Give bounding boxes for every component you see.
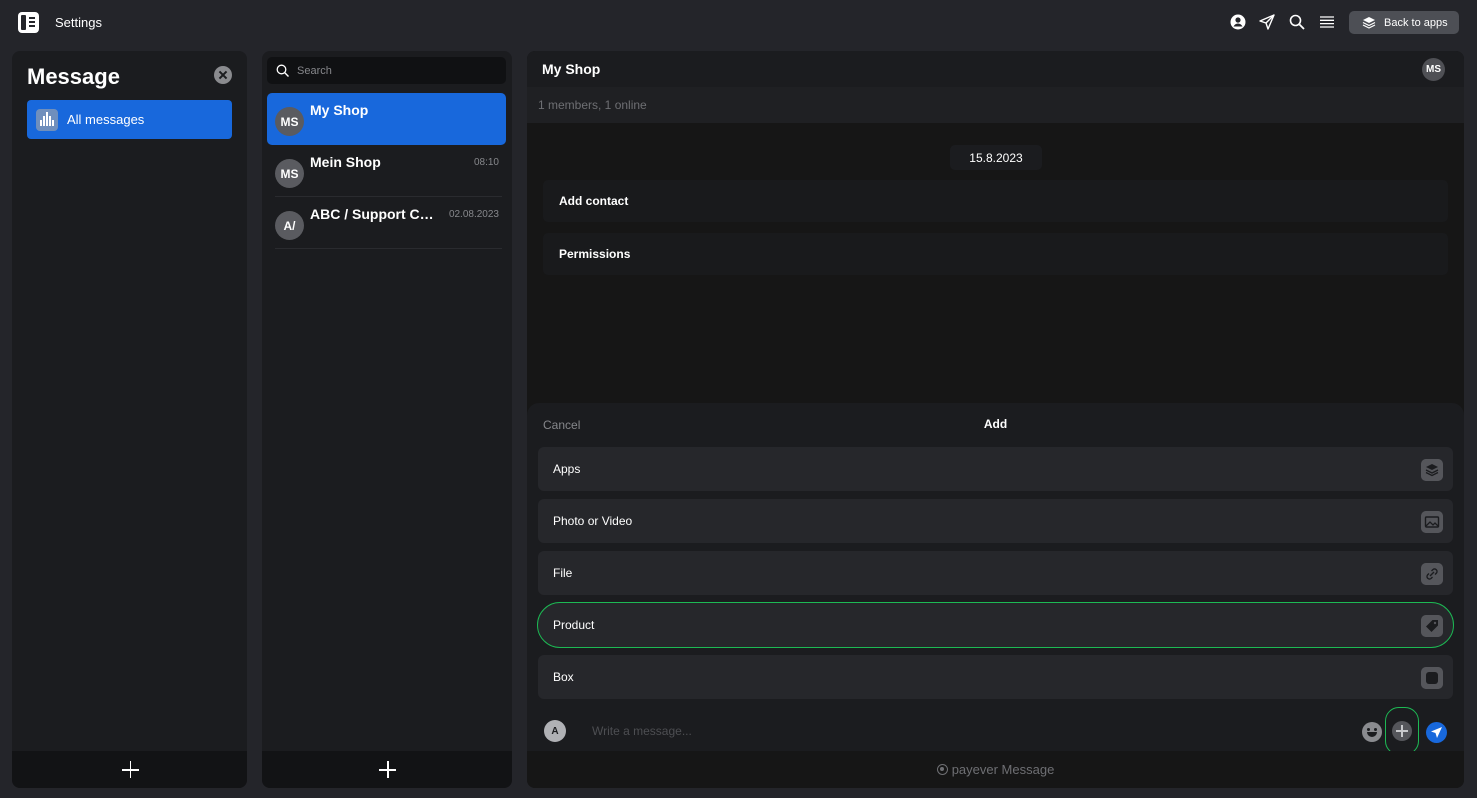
option-box[interactable]: Box xyxy=(538,655,1453,699)
search-icon[interactable] xyxy=(1289,14,1305,30)
new-chat-plus-icon[interactable] xyxy=(379,761,396,778)
sheet-title: Add xyxy=(983,417,1008,431)
option-label: Product xyxy=(553,618,595,632)
sidebar-toggle-icon[interactable] xyxy=(18,12,39,33)
top-bar: Settings Back to apps xyxy=(0,0,1477,44)
add-attachment-button[interactable] xyxy=(1385,707,1419,755)
option-file[interactable]: File xyxy=(538,551,1453,595)
chat-name: Mein Shop xyxy=(310,154,381,170)
avatar: A xyxy=(544,720,566,742)
chat-item-abc-support[interactable]: A/ ABC / Support Chat 02.08.2023 xyxy=(267,197,506,249)
brand-logo-icon xyxy=(936,764,948,775)
chat-list-panel: MS My Shop MS Mein Shop 08:10 A/ ABC / S… xyxy=(262,51,512,788)
option-photo-video[interactable]: Photo or Video xyxy=(538,499,1453,543)
conversation-title[interactable]: My Shop xyxy=(542,61,600,77)
chat-time: 02.08.2023 xyxy=(448,209,499,220)
option-label: Photo or Video xyxy=(553,514,633,528)
option-label: Apps xyxy=(553,462,581,476)
option-product[interactable]: Product xyxy=(537,602,1454,648)
waveform-icon xyxy=(36,108,58,131)
plus-icon xyxy=(1392,721,1412,741)
add-folder-plus-icon[interactable] xyxy=(121,761,139,778)
menu-icon[interactable] xyxy=(1319,14,1335,30)
cancel-button[interactable]: Cancel xyxy=(543,418,580,432)
tag-icon xyxy=(1421,615,1443,637)
conversation-header: My Shop MS xyxy=(527,51,1464,87)
sidebar-title: Message xyxy=(27,64,120,89)
permissions-row[interactable]: Permissions xyxy=(543,233,1448,275)
option-label: File xyxy=(553,566,573,580)
chat-item-mein-shop[interactable]: MS Mein Shop 08:10 xyxy=(267,145,506,197)
add-sheet: Add Cancel Apps Photo or Video File Prod… xyxy=(527,403,1464,715)
brand-footer: payever Message xyxy=(527,751,1464,788)
back-to-apps-button[interactable]: Back to apps xyxy=(1349,11,1459,34)
conversation-subtitle-bar: 1 members, 1 online xyxy=(527,87,1464,123)
chat-time: 08:10 xyxy=(473,157,499,168)
avatar: MS xyxy=(275,159,304,188)
date-chip: 15.8.2023 xyxy=(950,145,1042,170)
layers-icon xyxy=(1421,459,1443,481)
message-composer: A xyxy=(527,707,1464,755)
avatar[interactable]: MS xyxy=(1422,58,1445,81)
search-box xyxy=(267,57,506,84)
option-label: Box xyxy=(553,670,574,684)
chat-item-my-shop[interactable]: MS My Shop xyxy=(267,93,506,145)
chat-name: ABC / Support Chat xyxy=(310,206,440,222)
layers-icon xyxy=(1362,17,1376,29)
app-title: Settings xyxy=(55,15,102,30)
back-to-apps-label: Back to apps xyxy=(1384,16,1448,29)
members-status: 1 members, 1 online xyxy=(538,98,647,112)
chat-list-footer xyxy=(262,751,512,788)
link-icon xyxy=(1421,563,1443,585)
box-icon xyxy=(1421,667,1443,689)
send-icon xyxy=(1431,727,1442,738)
add-contact-row[interactable]: Add contact xyxy=(543,180,1448,222)
sidebar-footer xyxy=(12,751,247,788)
send-icon[interactable] xyxy=(1259,14,1275,30)
image-icon xyxy=(1421,511,1443,533)
emoji-icon[interactable] xyxy=(1362,722,1382,742)
message-input[interactable] xyxy=(577,718,1357,744)
close-icon[interactable] xyxy=(214,66,232,84)
profile-icon[interactable] xyxy=(1230,14,1246,30)
conversation-panel: My Shop MS 1 members, 1 online 15.8.2023… xyxy=(527,51,1464,788)
brand-label: payever Message xyxy=(951,762,1055,777)
divider xyxy=(275,248,502,249)
search-input[interactable] xyxy=(297,60,497,81)
sidebar-item-label: All messages xyxy=(67,112,145,127)
avatar: MS xyxy=(275,107,304,136)
chat-name: My Shop xyxy=(310,102,369,118)
message-sidebar: Message All messages xyxy=(12,51,247,788)
send-button[interactable] xyxy=(1426,722,1447,743)
avatar: A/ xyxy=(275,211,304,240)
option-apps[interactable]: Apps xyxy=(538,447,1453,491)
search-icon xyxy=(276,64,289,77)
sidebar-item-all-messages[interactable]: All messages xyxy=(27,100,232,139)
